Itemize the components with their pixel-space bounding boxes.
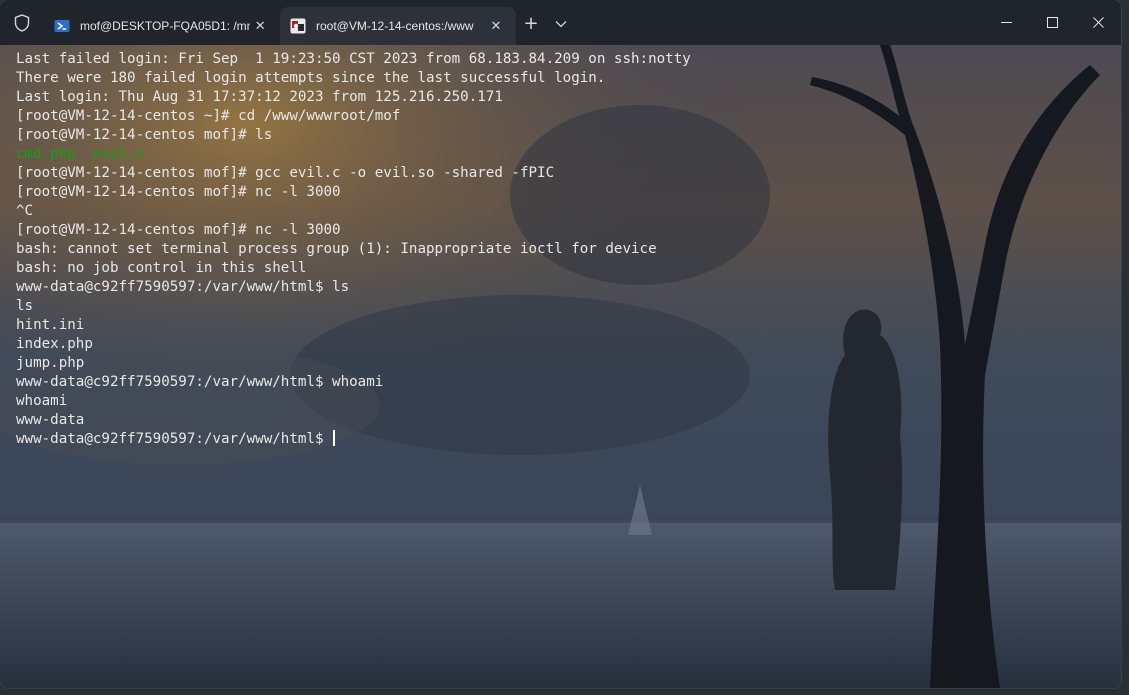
chevron-down-icon[interactable]	[546, 9, 576, 39]
maximize-button[interactable]	[1029, 0, 1075, 45]
terminal-line: www-data@c92ff7590597:/var/www/html$	[16, 430, 691, 449]
tab-ssh-session[interactable]: root@VM-12-14-centos:/www ✕	[280, 7, 516, 45]
ls-file-entry: evil.c	[92, 146, 145, 162]
tab-title: mof@DESKTOP-FQA05D1: /mn	[80, 19, 251, 33]
ls-file-entry: cmd.php	[16, 146, 76, 162]
terminal-line: [root@VM-12-14-centos ~]# cd /www/wwwroo…	[16, 108, 401, 124]
terminal-line: index.php	[16, 336, 93, 352]
minimize-button[interactable]	[983, 0, 1029, 45]
terminal-line: [root@VM-12-14-centos mof]# nc -l 3000	[16, 222, 341, 238]
terminal-line: Last failed login: Fri Sep 1 19:23:50 CS…	[16, 51, 691, 67]
terminal-line: [root@VM-12-14-centos mof]# nc -l 3000	[16, 184, 341, 200]
title-bar: mof@DESKTOP-FQA05D1: /mn ✕ root@VM-12-14…	[0, 0, 1121, 45]
new-tab-button[interactable]: +	[516, 9, 546, 39]
terminal-line: [root@VM-12-14-centos mof]# ls	[16, 127, 273, 143]
text-cursor	[333, 430, 336, 446]
terminal-line: ls	[16, 298, 34, 314]
terminal-app-icon	[290, 18, 306, 34]
terminal-line: cmd.php evil.c	[16, 145, 691, 164]
terminal-line: whoami	[16, 393, 68, 409]
terminal-window: mof@DESKTOP-FQA05D1: /mn ✕ root@VM-12-14…	[0, 0, 1121, 688]
terminal-output: Last failed login: Fri Sep 1 19:23:50 CS…	[16, 50, 691, 449]
terminal-line: Last login: Thu Aug 31 17:37:12 2023 fro…	[16, 89, 503, 105]
close-tab-icon[interactable]: ✕	[486, 16, 506, 36]
tab-powershell[interactable]: mof@DESKTOP-FQA05D1: /mn ✕	[44, 7, 280, 45]
terminal-pane[interactable]: Last failed login: Fri Sep 1 19:23:50 CS…	[0, 45, 1121, 688]
terminal-line: [root@VM-12-14-centos mof]# gcc evil.c -…	[16, 165, 555, 181]
tab-title: root@VM-12-14-centos:/www	[316, 19, 474, 33]
terminal-line: ^C	[16, 203, 34, 219]
shield-icon[interactable]	[0, 0, 44, 45]
terminal-line: www-data@c92ff7590597:/var/www/html$ who…	[16, 374, 384, 390]
terminal-line: www-data@c92ff7590597:/var/www/html$ ls	[16, 279, 350, 295]
terminal-line: jump.php	[16, 355, 85, 371]
close-tab-icon[interactable]: ✕	[250, 16, 270, 36]
terminal-line: There were 180 failed login attempts sin…	[16, 70, 606, 86]
terminal-line: www-data	[16, 412, 85, 428]
terminal-line: bash: cannot set terminal process group …	[16, 241, 657, 257]
window-controls	[983, 0, 1121, 45]
terminal-line: bash: no job control in this shell	[16, 260, 307, 276]
terminal-line: hint.ini	[16, 317, 85, 333]
close-window-button[interactable]	[1075, 0, 1121, 45]
powershell-icon	[54, 18, 70, 34]
